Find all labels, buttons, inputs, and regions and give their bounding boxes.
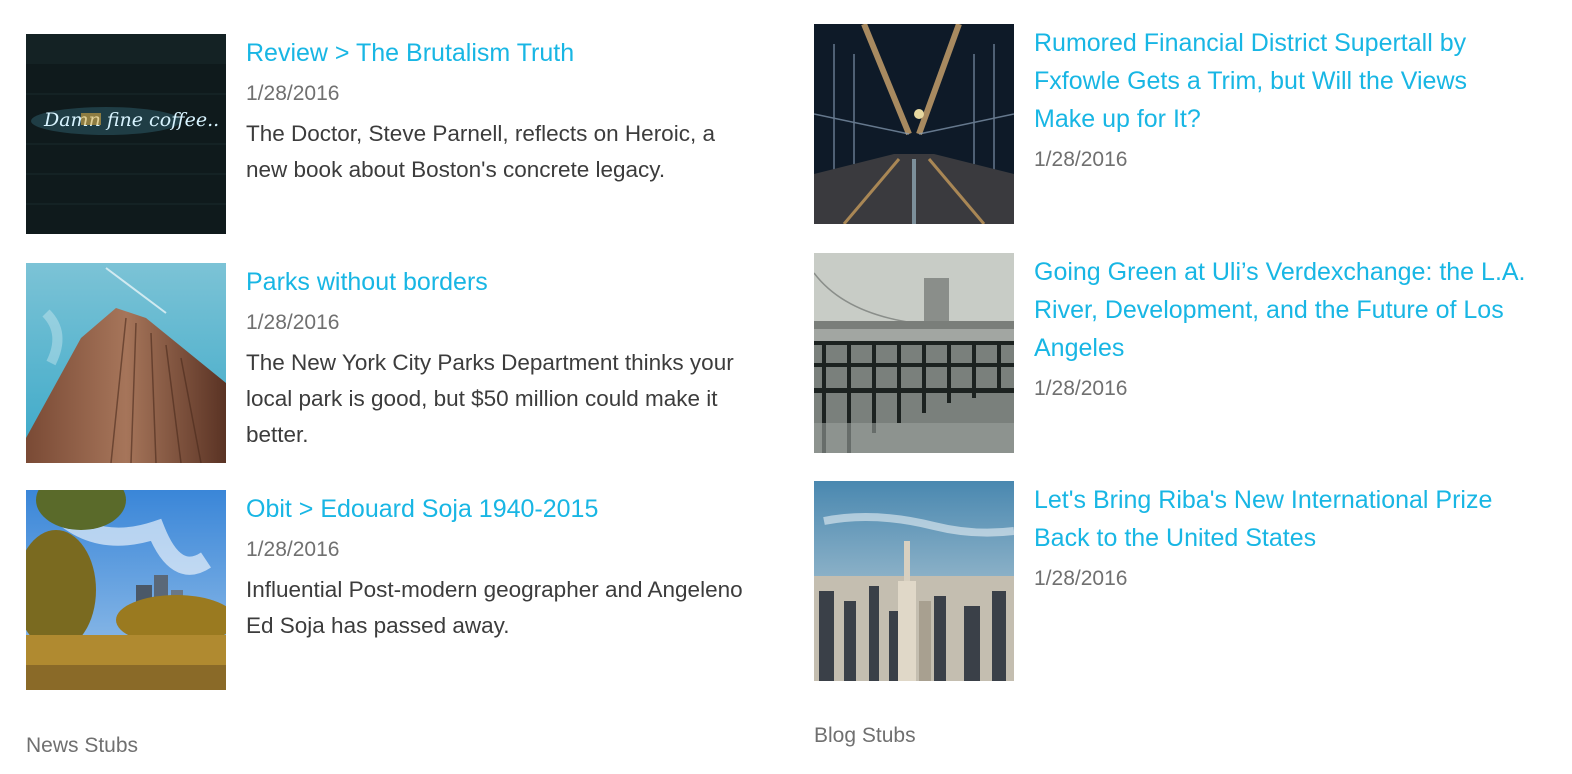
news-description: The New York City Parks Department think… bbox=[246, 350, 734, 447]
news-date: 1/28/2016 bbox=[246, 82, 340, 105]
news-thumbnail-park-skyline[interactable] bbox=[26, 490, 226, 690]
blog-date: 1/28/2016 bbox=[1034, 567, 1128, 590]
news-title-link[interactable]: Obit > Edouard Soja 1940-2015 bbox=[246, 490, 746, 528]
news-date: 1/28/2016 bbox=[246, 311, 340, 334]
blog-title-link[interactable]: Let's Bring Riba's New International Pri… bbox=[1034, 481, 1534, 557]
blog-thumbnail-waterfront-benches[interactable] bbox=[814, 253, 1014, 453]
blog-stubs-label: Blog Stubs bbox=[814, 724, 916, 747]
news-description: Influential Post-modern geographer and A… bbox=[246, 577, 743, 638]
news-thumbnail-skyscraper[interactable] bbox=[26, 263, 226, 463]
blog-date: 1/28/2016 bbox=[1034, 377, 1128, 400]
blog-title-link[interactable]: Going Green at Uli’s Verdexchange: the L… bbox=[1034, 253, 1534, 367]
news-title-link[interactable]: Parks without borders bbox=[246, 263, 746, 301]
news-description: The Doctor, Steve Parnell, reflects on H… bbox=[246, 121, 715, 182]
blog-thumbnail-bridge-night[interactable] bbox=[814, 24, 1014, 224]
blog-title-link[interactable]: Rumored Financial District Supertall by … bbox=[1034, 24, 1534, 138]
news-date: 1/28/2016 bbox=[246, 538, 340, 561]
blog-thumbnail-city-aerial[interactable] bbox=[814, 481, 1014, 681]
svg-text:Damn fine coffee..: Damn fine coffee.. bbox=[43, 109, 219, 131]
news-title-link[interactable]: Review > The Brutalism Truth bbox=[246, 34, 746, 72]
news-thumbnail-neon-sign[interactable]: Damn fine coffee.. bbox=[26, 34, 226, 234]
blog-date: 1/28/2016 bbox=[1034, 148, 1128, 171]
news-stubs-label: News Stubs bbox=[26, 734, 139, 757]
